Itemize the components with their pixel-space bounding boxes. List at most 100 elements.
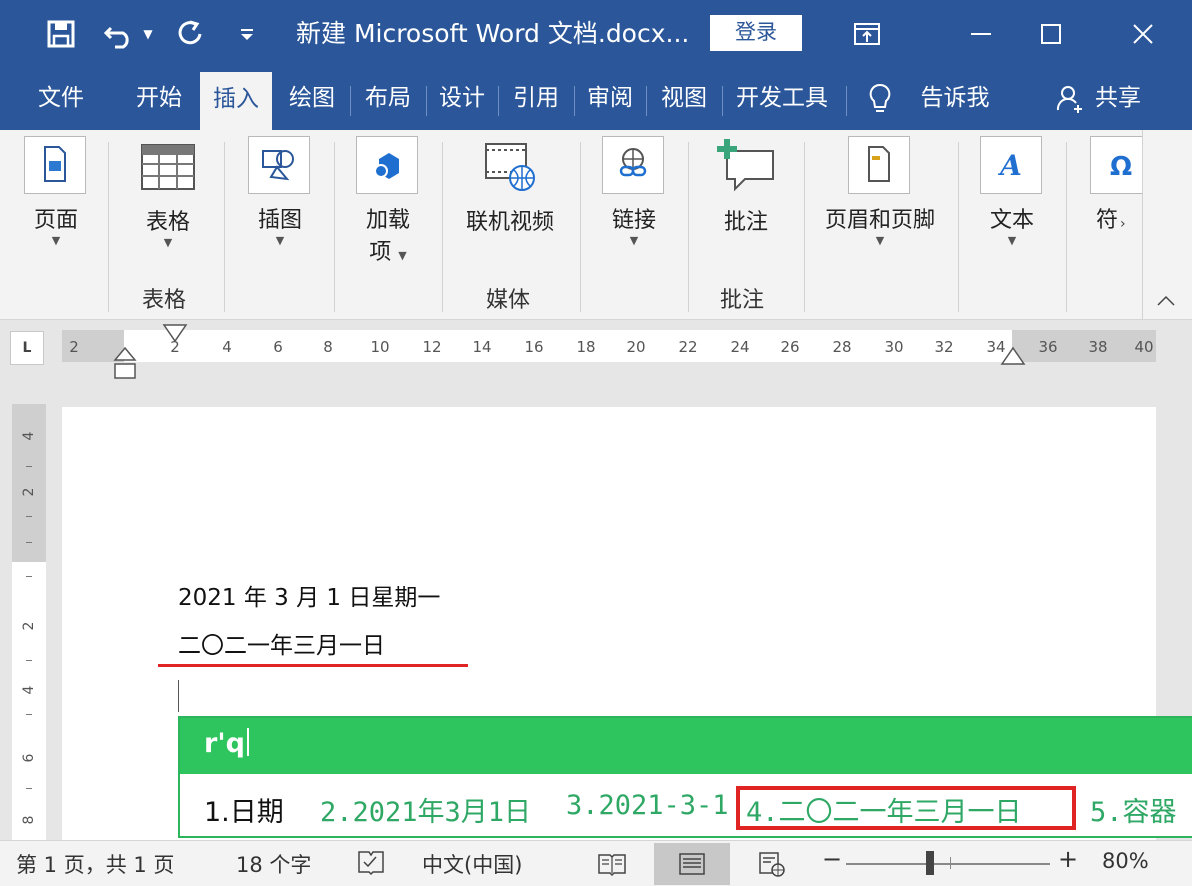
group-separator: [804, 142, 805, 312]
close-icon[interactable]: [1120, 12, 1166, 56]
table-button[interactable]: 表格 ▼: [136, 136, 200, 250]
addins-button[interactable]: 加载 项 ▼: [356, 136, 420, 266]
share-user-icon[interactable]: [1052, 68, 1088, 130]
comment-button[interactable]: 批注: [712, 136, 780, 236]
minimize-icon[interactable]: [958, 12, 1004, 56]
text-icon: A: [980, 136, 1042, 194]
doc-line-chinese-date[interactable]: 二〇二一年三月一日: [178, 626, 385, 660]
page-count[interactable]: 第 1 页，共 1 页: [16, 849, 174, 879]
ime-candidate-1[interactable]: 1.日期: [204, 790, 284, 829]
status-bar: 第 1 页，共 1 页 18 个字 中文(中国) − + 80%: [0, 840, 1192, 886]
tab-separator: [426, 86, 427, 116]
tab-separator: [350, 86, 351, 116]
tab-references[interactable]: 引用: [502, 68, 570, 130]
chevron-down-icon: ▼: [163, 236, 173, 249]
print-layout-icon[interactable]: [654, 843, 730, 885]
text-button[interactable]: A 文本 ▼: [980, 136, 1044, 248]
web-layout-icon[interactable]: [744, 843, 800, 885]
proofing-icon[interactable]: [356, 847, 386, 882]
tab-separator: [722, 86, 723, 116]
ribbon-insert: 页面 ▼ 表格 ▼ 表格 插图 ▼ 加载 项 ▼ 联机视频 媒体 链接 ▼ 批注…: [0, 130, 1142, 320]
svg-text:Ω: Ω: [1110, 152, 1132, 182]
redo-icon[interactable]: [170, 14, 210, 54]
group-separator: [958, 142, 959, 312]
chevron-down-icon: ▼: [1007, 234, 1017, 247]
tab-draw[interactable]: 绘图: [278, 68, 346, 130]
link-icon: [602, 136, 664, 194]
lightbulb-icon[interactable]: [862, 68, 898, 130]
document-title: 新建 Microsoft Word 文档.docx...: [296, 19, 690, 48]
new-comment-icon: [712, 136, 780, 198]
tab-insert[interactable]: 插入: [200, 72, 272, 130]
tab-separator: [574, 86, 575, 116]
ribbon-scroll-right-icon[interactable]: ›: [1120, 216, 1126, 232]
tab-home[interactable]: 开始: [124, 68, 194, 130]
undo-dropdown-icon[interactable]: ▼: [138, 14, 158, 54]
title-bar: ▼ 新建 Microsoft Word 文档.docx... 登录: [0, 0, 1192, 68]
chevron-down-icon: ▼: [875, 234, 885, 247]
shapes-icon: [248, 136, 310, 194]
group-label-table: 表格: [142, 288, 187, 313]
pages-icon: [24, 136, 86, 194]
login-button[interactable]: 登录: [710, 15, 802, 51]
collapse-ribbon-icon[interactable]: [1156, 292, 1176, 311]
word-count[interactable]: 18 个字: [236, 849, 311, 879]
links-button[interactable]: 链接 ▼: [602, 136, 666, 248]
group-separator: [108, 142, 109, 312]
tab-separator: [646, 86, 647, 116]
online-video-button[interactable]: 联机视频: [460, 136, 560, 236]
tab-review[interactable]: 审阅: [578, 68, 642, 130]
horizontal-ruler[interactable]: 2 2 4 6 8 10 12 14 16 18 20 22 24 26 28 …: [62, 330, 1156, 362]
save-icon[interactable]: [42, 14, 80, 54]
group-separator: [224, 142, 225, 312]
symbols-button[interactable]: Ω 符: [1090, 136, 1142, 234]
ime-caret: [246, 728, 249, 756]
group-separator: [1066, 142, 1067, 312]
tell-me-search[interactable]: 告诉我: [910, 68, 1000, 130]
illustrations-button[interactable]: 插图 ▼: [248, 136, 312, 248]
ribbon-right-edge: [1142, 130, 1192, 320]
ime-composition-bar: r'q: [180, 718, 1192, 774]
tab-selector-button[interactable]: L: [10, 331, 44, 365]
left-indent-marker[interactable]: [113, 346, 137, 386]
chevron-down-icon: ▼: [51, 234, 61, 247]
right-indent-marker[interactable]: [1000, 346, 1026, 372]
vertical-ruler[interactable]: 4 2 2 4 6 8: [12, 404, 46, 840]
chevron-down-icon: ▼: [398, 249, 407, 262]
language-indicator[interactable]: 中文(中国): [422, 849, 522, 879]
share-button[interactable]: 共享: [1088, 68, 1148, 130]
word-window: ▼ 新建 Microsoft Word 文档.docx... 登录 文件 开始 …: [0, 0, 1192, 886]
read-mode-icon[interactable]: [584, 843, 640, 885]
tab-layout[interactable]: 布局: [354, 68, 422, 130]
tab-file[interactable]: 文件: [26, 68, 96, 130]
ribbon-display-options-icon[interactable]: [844, 12, 890, 56]
ime-candidate-2[interactable]: 2.2021年3月1日: [320, 790, 531, 829]
doc-line-date-weekday[interactable]: 2021 年 3 月 1 日星期一: [178, 578, 440, 612]
group-separator: [580, 142, 581, 312]
zoom-in-button[interactable]: +: [1058, 845, 1078, 873]
zoom-out-button[interactable]: −: [822, 845, 842, 873]
header-footer-button[interactable]: 页眉和页脚 ▼: [818, 136, 942, 248]
group-separator: [442, 142, 443, 312]
group-separator: [334, 142, 335, 312]
zoom-level[interactable]: 80%: [1102, 849, 1149, 873]
tab-view[interactable]: 视图: [650, 68, 718, 130]
tab-separator: [498, 86, 499, 116]
tab-design[interactable]: 设计: [430, 68, 494, 130]
customize-qat-icon[interactable]: [232, 14, 262, 54]
ime-candidate-3[interactable]: 3.2021-3-1: [566, 790, 729, 821]
first-line-indent-marker[interactable]: [162, 323, 188, 349]
undo-icon[interactable]: [100, 14, 138, 54]
chevron-down-icon: ▼: [629, 234, 639, 247]
red-highlight-box: [736, 786, 1076, 830]
svg-text:A: A: [997, 149, 1022, 182]
zoom-slider-track[interactable]: [846, 863, 1050, 865]
online-video-icon: [460, 136, 560, 198]
zoom-slider-thumb[interactable]: [926, 851, 934, 875]
maximize-icon[interactable]: [1028, 12, 1074, 56]
pages-button[interactable]: 页面 ▼: [24, 136, 88, 248]
tab-developer[interactable]: 开发工具: [726, 68, 838, 130]
ime-candidate-5[interactable]: 5.容器: [1090, 790, 1177, 829]
group-separator: [688, 142, 689, 312]
ime-input-text: r'q: [204, 728, 245, 759]
